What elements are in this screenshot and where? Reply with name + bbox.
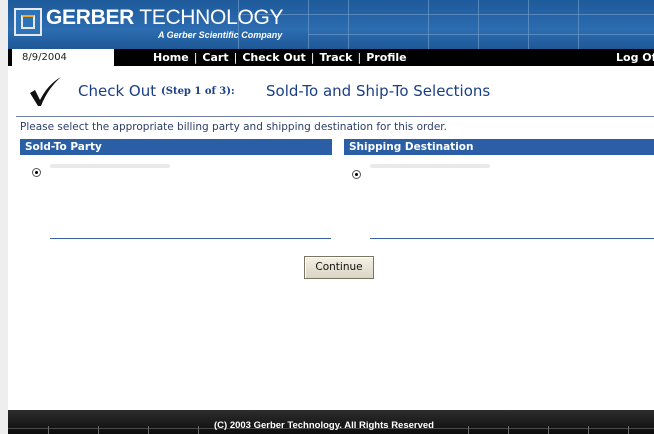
continue-button[interactable]: Continue — [304, 256, 374, 279]
brand-tagline: A Gerber Scientific Company — [158, 30, 283, 40]
logoff-link[interactable]: Log Of — [616, 49, 654, 66]
instructions-text: Please select the appropriate billing pa… — [20, 121, 447, 133]
section-title: Sold-To and Ship-To Selections — [266, 82, 491, 100]
ship-to-header: Shipping Destination — [344, 139, 654, 155]
page-title: Check Out — [78, 82, 157, 100]
title-divider — [16, 116, 654, 117]
date-display: 8/9/2004 — [12, 49, 114, 66]
header-banner: GERBER TECHNOLOGY A Gerber Scientific Co… — [8, 0, 654, 49]
ship-to-list-divider — [370, 238, 654, 239]
ship-to-radio[interactable] — [352, 170, 361, 179]
sold-to-header: Sold-To Party — [20, 139, 332, 155]
nav-track-link[interactable]: Track — [320, 51, 353, 64]
gerber-logo-icon — [14, 8, 42, 36]
page: GERBER TECHNOLOGY A Gerber Scientific Co… — [8, 0, 654, 434]
nav-checkout-link[interactable]: Check Out — [242, 51, 305, 64]
ship-to-option-redacted — [370, 164, 490, 168]
brand-bold: GERBER — [46, 6, 135, 29]
sold-to-option-redacted — [50, 164, 170, 168]
nav-profile-link[interactable]: Profile — [366, 51, 406, 64]
copyright-text: (C) 2003 Gerber Technology. All Rights R… — [214, 420, 434, 431]
checkmark-icon — [30, 77, 61, 106]
brand-light: TECHNOLOGY — [139, 6, 284, 29]
nav-links: Home | Cart | Check Out | Track | Profile — [153, 51, 407, 64]
footer: (C) 2003 Gerber Technology. All Rights R… — [8, 410, 654, 434]
nav-bar: 8/9/2004 Home | Cart | Check Out | Track | Profi… — [8, 49, 654, 66]
nav-cart-link[interactable]: Cart — [202, 51, 228, 64]
brand-name: GERBER TECHNOLOGY — [46, 6, 284, 30]
sold-to-radio[interactable] — [32, 168, 41, 177]
sold-to-list-divider — [50, 238, 331, 239]
nav-home-link[interactable]: Home — [153, 51, 189, 64]
step-indicator: (Step 1 of 3): — [161, 86, 235, 97]
